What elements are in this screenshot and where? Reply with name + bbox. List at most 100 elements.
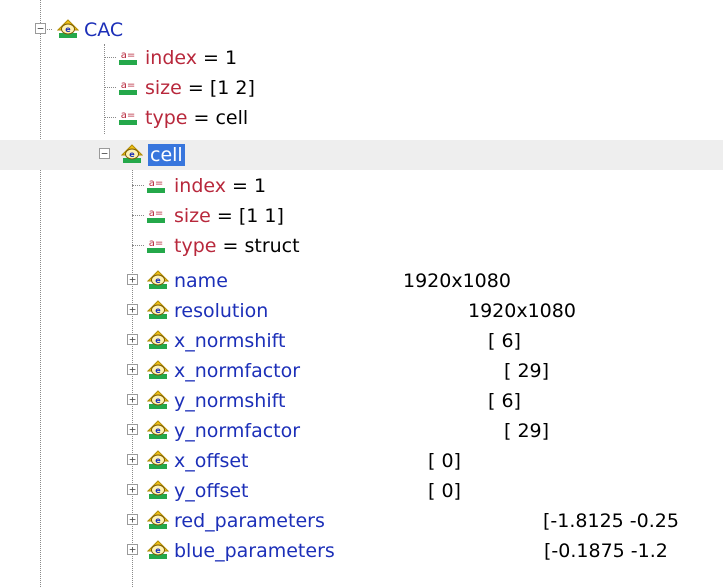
field-name: y_offset <box>174 480 249 502</box>
field-name: x_normfactor <box>174 360 301 382</box>
field-value: [-1.8125 -0.25 <box>543 510 679 532</box>
field-row-blue-parameters[interactable]: + e blue_parameters [-0.1875 -1.2 <box>0 536 723 566</box>
field-name: red_parameters <box>174 510 325 532</box>
svg-text:e: e <box>155 516 161 525</box>
property-icon: a= <box>147 238 165 253</box>
property-value: [1 2] <box>209 77 255 99</box>
equals-sign: = <box>216 205 233 227</box>
property-text: type = struct <box>174 233 300 259</box>
struct-node-icon: e <box>147 540 169 559</box>
property-name: type <box>145 107 188 129</box>
selected-node-label[interactable]: cell <box>148 144 185 166</box>
tree-guide-line <box>104 117 116 118</box>
collapse-toggle[interactable]: − <box>35 23 46 34</box>
expand-toggle[interactable]: + <box>127 454 138 465</box>
field-name: blue_parameters <box>174 540 335 562</box>
tree-node-cac[interactable]: − e CAC <box>0 15 723 45</box>
equals-sign: = <box>203 47 219 69</box>
field-row-red-parameters[interactable]: + e red_parameters [-1.8125 -0.25 <box>0 506 723 536</box>
struct-node-icon: e <box>147 390 169 409</box>
property-name: size <box>145 77 182 99</box>
property-name: type <box>174 235 217 257</box>
field-value: [ 0] <box>428 480 461 502</box>
field-row-x-normfactor[interactable]: + e x_normfactor [ 29] <box>0 356 723 386</box>
property-icon: a= <box>119 50 137 65</box>
property-row-index[interactable]: a= index = 1 <box>0 43 723 73</box>
node-label: cell <box>148 142 185 168</box>
property-text: type = cell <box>145 105 248 131</box>
property-row-type[interactable]: a= type = cell <box>0 103 723 133</box>
svg-text:e: e <box>155 486 161 495</box>
field-row-y-normfactor[interactable]: + e y_normfactor [ 29] <box>0 416 723 446</box>
field-row-name[interactable]: + e name 1920x1080 <box>0 266 723 296</box>
tree-guide-line <box>104 87 116 88</box>
property-row-size[interactable]: a= size = [1 1] <box>0 201 723 231</box>
struct-tree-view[interactable]: − e CAC a= index = 1 a= size = [1 2] a= … <box>0 0 723 587</box>
struct-node-icon: e <box>147 450 169 469</box>
field-name: resolution <box>174 300 269 322</box>
expand-toggle[interactable]: + <box>127 304 138 315</box>
property-row-index[interactable]: a= index = 1 <box>0 171 723 201</box>
expand-toggle[interactable]: + <box>127 364 138 375</box>
property-icon: a= <box>119 80 137 95</box>
field-row-x-normshift[interactable]: + e x_normshift [ 6] <box>0 326 723 356</box>
struct-node-icon: e <box>147 270 169 289</box>
expand-toggle[interactable]: + <box>127 274 138 285</box>
field-name: x_offset <box>174 450 249 472</box>
field-name: x_normshift <box>174 330 286 352</box>
svg-text:a=: a= <box>121 80 136 91</box>
property-row-size[interactable]: a= size = [1 2] <box>0 73 723 103</box>
property-name: index <box>174 175 226 197</box>
property-text: index = 1 <box>145 45 237 71</box>
struct-node-icon: e <box>147 480 169 499</box>
expand-toggle[interactable]: + <box>127 394 138 405</box>
svg-text:e: e <box>155 456 161 465</box>
field-row-x-offset[interactable]: + e x_offset [ 0] <box>0 446 723 476</box>
svg-text:e: e <box>155 426 161 435</box>
property-value: 1 <box>254 175 267 197</box>
tree-guide-line <box>132 185 144 186</box>
svg-text:e: e <box>65 25 71 34</box>
svg-text:e: e <box>155 276 161 285</box>
svg-text:a=: a= <box>121 110 136 121</box>
field-value: [ 6] <box>488 390 521 412</box>
tree-node-cell[interactable]: − e cell <box>0 140 723 170</box>
expand-toggle[interactable]: + <box>127 484 138 495</box>
struct-node-icon: e <box>121 144 143 163</box>
svg-text:e: e <box>155 366 161 375</box>
property-value: cell <box>215 107 249 129</box>
expand-toggle[interactable]: + <box>127 514 138 525</box>
property-name: index <box>145 47 197 69</box>
svg-text:e: e <box>129 150 135 159</box>
expand-toggle[interactable]: + <box>127 544 138 555</box>
field-row-resolution[interactable]: + e resolution 1920x1080 <box>0 296 723 326</box>
property-row-type[interactable]: a= type = struct <box>0 231 723 261</box>
struct-node-icon: e <box>147 510 169 529</box>
struct-node-icon: e <box>57 19 79 38</box>
equals-sign: = <box>187 77 204 99</box>
property-value: 1 <box>225 47 238 69</box>
property-text: index = 1 <box>174 173 266 199</box>
svg-text:e: e <box>155 336 161 345</box>
field-row-y-normshift[interactable]: + e y_normshift [ 6] <box>0 386 723 416</box>
property-value: [1 1] <box>238 205 284 227</box>
struct-node-icon: e <box>147 330 169 349</box>
field-value: [ 29] <box>504 360 550 382</box>
property-icon: a= <box>119 110 137 125</box>
field-row-y-offset[interactable]: + e y_offset [ 0] <box>0 476 723 506</box>
collapse-toggle[interactable]: − <box>99 148 110 159</box>
svg-text:a=: a= <box>149 208 164 219</box>
property-value: struct <box>244 235 300 257</box>
field-value: [ 0] <box>428 450 461 472</box>
property-icon: a= <box>147 208 165 223</box>
struct-node-icon: e <box>147 360 169 379</box>
expand-toggle[interactable]: + <box>127 424 138 435</box>
expand-toggle[interactable]: + <box>127 334 138 345</box>
field-value: [ 29] <box>504 420 550 442</box>
tree-guide-line <box>132 215 144 216</box>
field-name: name <box>174 270 228 292</box>
equals-sign: = <box>222 235 239 257</box>
svg-text:a=: a= <box>149 178 164 189</box>
property-text: size = [1 2] <box>145 75 255 101</box>
svg-text:e: e <box>155 306 161 315</box>
